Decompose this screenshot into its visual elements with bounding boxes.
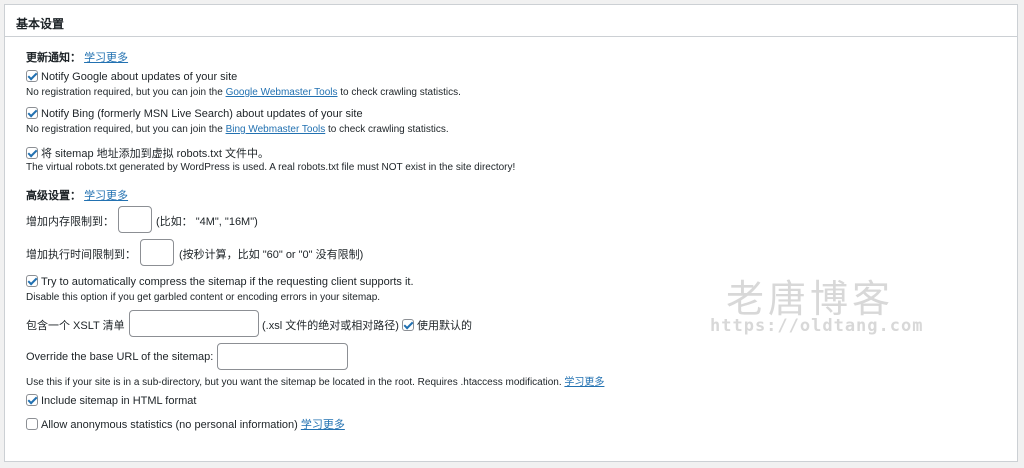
- notify-bing-desc-prefix: No registration required, but you can jo…: [26, 124, 226, 135]
- update-notify-learn-more-link[interactable]: 学习更多: [84, 52, 128, 64]
- base-url-label: Override the base URL of the sitemap:: [26, 351, 214, 363]
- xslt-hint-row: (.xsl 文件的绝对或相对路径) 使用默认的: [262, 317, 472, 333]
- html-format-checkbox[interactable]: [26, 394, 38, 406]
- notify-bing-row[interactable]: Notify Bing (formerly MSN Live Search) a…: [26, 107, 363, 120]
- advanced-row: 高级设置： 学习更多: [26, 187, 128, 203]
- anon-stats-row[interactable]: Allow anonymous statistics (no personal …: [26, 416, 345, 432]
- time-label: 增加执行时间限制到：: [26, 249, 136, 261]
- notify-google-desc-prefix: No registration required, but you can jo…: [26, 87, 226, 98]
- notify-google-row[interactable]: Notify Google about updates of your site: [26, 70, 237, 83]
- notify-bing-desc: No registration required, but you can jo…: [26, 124, 449, 135]
- google-webmaster-tools-link[interactable]: Google Webmaster Tools: [226, 87, 338, 98]
- advanced-label: 高级设置：: [26, 190, 81, 202]
- update-notify-label: 更新通知：: [26, 52, 81, 64]
- compress-row[interactable]: Try to automatically compress the sitema…: [26, 275, 414, 288]
- panel-title: 基本设置: [5, 5, 1017, 37]
- anon-stats-learn-more-link[interactable]: 学习更多: [301, 419, 345, 431]
- watermark-url: https://oldtang.com: [710, 316, 924, 336]
- memory-limit-input[interactable]: [118, 206, 152, 233]
- memory-hint: (比如： "4M", "16M"): [156, 216, 258, 228]
- html-format-label: Include sitemap in HTML format: [41, 395, 197, 407]
- notify-google-label: Notify Google about updates of your site: [41, 71, 238, 83]
- base-url-desc-row: Use this if your site is in a sub-direct…: [26, 373, 604, 388]
- time-limit-input[interactable]: [140, 239, 174, 266]
- compress-label: Try to automatically compress the sitema…: [41, 276, 414, 288]
- compress-checkbox[interactable]: [26, 275, 38, 287]
- robots-row[interactable]: 将 sitemap 地址添加到虚拟 robots.txt 文件中。: [26, 145, 269, 161]
- xslt-input[interactable]: [129, 310, 259, 337]
- compress-desc: Disable this option if you get garbled c…: [26, 292, 381, 303]
- xslt-default-checkbox[interactable]: [401, 319, 414, 331]
- base-url-learn-more-link[interactable]: 学习更多: [564, 377, 604, 388]
- time-hint: (按秒计算，比如 "60" or "0" 没有限制): [179, 249, 364, 261]
- notify-google-desc: No registration required, but you can jo…: [26, 87, 461, 98]
- base-url-input[interactable]: [217, 343, 348, 370]
- notify-google-checkbox[interactable]: [26, 70, 38, 82]
- xslt-hint: (.xsl 文件的绝对或相对路径): [262, 320, 399, 332]
- advanced-learn-more-link[interactable]: 学习更多: [84, 190, 128, 202]
- html-format-row[interactable]: Include sitemap in HTML format: [26, 394, 196, 407]
- notify-bing-label: Notify Bing (formerly MSN Live Search) a…: [41, 108, 363, 120]
- update-notify-row: 更新通知： 学习更多: [26, 49, 128, 65]
- robots-desc: The virtual robots.txt generated by Word…: [26, 162, 516, 173]
- notify-bing-checkbox[interactable]: [26, 107, 38, 119]
- watermark-name: 老唐博客: [726, 277, 895, 321]
- xslt-default-label: 使用默认的: [416, 320, 472, 332]
- xslt-label: 包含一个 XSLT 清单: [26, 320, 125, 332]
- notify-google-desc-suffix: to check crawling statistics.: [337, 87, 461, 98]
- anon-stats-checkbox[interactable]: [26, 418, 38, 430]
- memory-label: 增加内存限制到：: [26, 216, 114, 228]
- bing-webmaster-tools-link[interactable]: Bing Webmaster Tools: [226, 124, 326, 135]
- anon-stats-label: Allow anonymous statistics (no personal …: [41, 419, 298, 431]
- notify-bing-desc-suffix: to check crawling statistics.: [325, 124, 449, 135]
- robots-label: 将 sitemap 地址添加到虚拟 robots.txt 文件中。: [41, 148, 269, 160]
- base-url-desc: Use this if your site is in a sub-direct…: [26, 377, 562, 388]
- robots-checkbox[interactable]: [26, 147, 38, 159]
